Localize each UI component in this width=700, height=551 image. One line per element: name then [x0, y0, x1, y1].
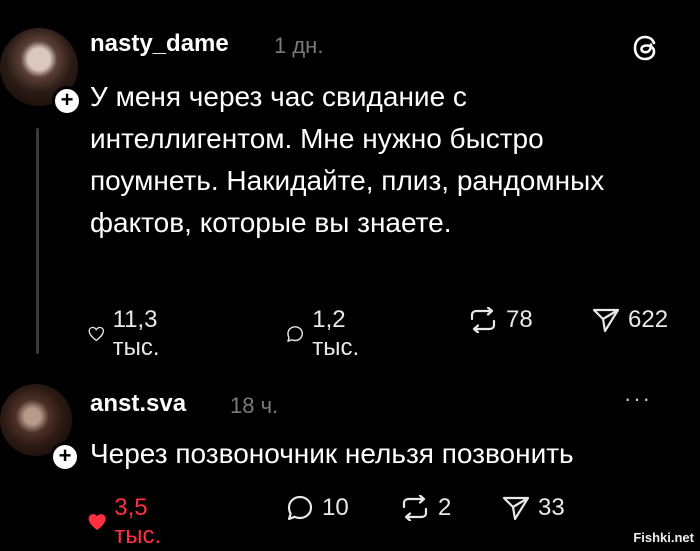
comment-icon	[287, 495, 313, 521]
heart-icon	[88, 326, 105, 342]
send-icon	[592, 308, 620, 333]
heart-filled-icon	[88, 514, 106, 530]
post-time: 1 дн.	[274, 33, 324, 58]
follow-plus-icon[interactable]: +	[50, 442, 80, 472]
username[interactable]: nasty_dame	[90, 30, 229, 58]
post-text: Через позвоночник нельзя позвонить	[90, 438, 574, 469]
share-count: 622	[628, 306, 669, 333]
watermark: Fishki.net	[633, 530, 694, 545]
repost-count: 78	[506, 306, 533, 333]
follow-plus-icon[interactable]: +	[52, 86, 82, 116]
like-count: 11,3 тыс.	[112, 306, 160, 361]
repost-button[interactable]: 2	[400, 494, 451, 522]
share-button[interactable]: 622	[592, 306, 668, 334]
send-icon	[502, 496, 530, 521]
post-reply: + anst.sva 18 ч. ··· Через позвоночник н…	[0, 370, 700, 551]
share-button[interactable]: 33	[502, 494, 565, 522]
more-options-icon[interactable]: ···	[624, 386, 652, 412]
post-text: У меня через час свидание с интеллигенто…	[90, 81, 605, 238]
like-button[interactable]: 3,5 тыс.	[88, 494, 171, 550]
repost-count: 2	[438, 494, 452, 521]
username[interactable]: anst.sva	[90, 390, 186, 418]
repost-icon	[470, 307, 496, 333]
thread-line	[36, 128, 39, 354]
threads-logo-icon[interactable]	[628, 30, 664, 66]
post-original: + nasty_dame 1 дн. У меня через час свид…	[0, 0, 700, 370]
like-button[interactable]: 11,3 тыс.	[88, 306, 171, 362]
like-count: 3,5 тыс.	[114, 494, 162, 549]
repost-icon	[402, 495, 428, 521]
reply-button[interactable]: 1,2 тыс.	[286, 306, 369, 362]
reply-count: 10	[322, 494, 349, 521]
post-time: 18 ч.	[230, 393, 279, 418]
repost-button[interactable]: 78	[468, 306, 533, 334]
share-count: 33	[538, 494, 565, 521]
reply-count: 1,2 тыс.	[312, 306, 360, 361]
reply-button[interactable]: 10	[286, 494, 349, 522]
comment-icon	[287, 326, 304, 342]
